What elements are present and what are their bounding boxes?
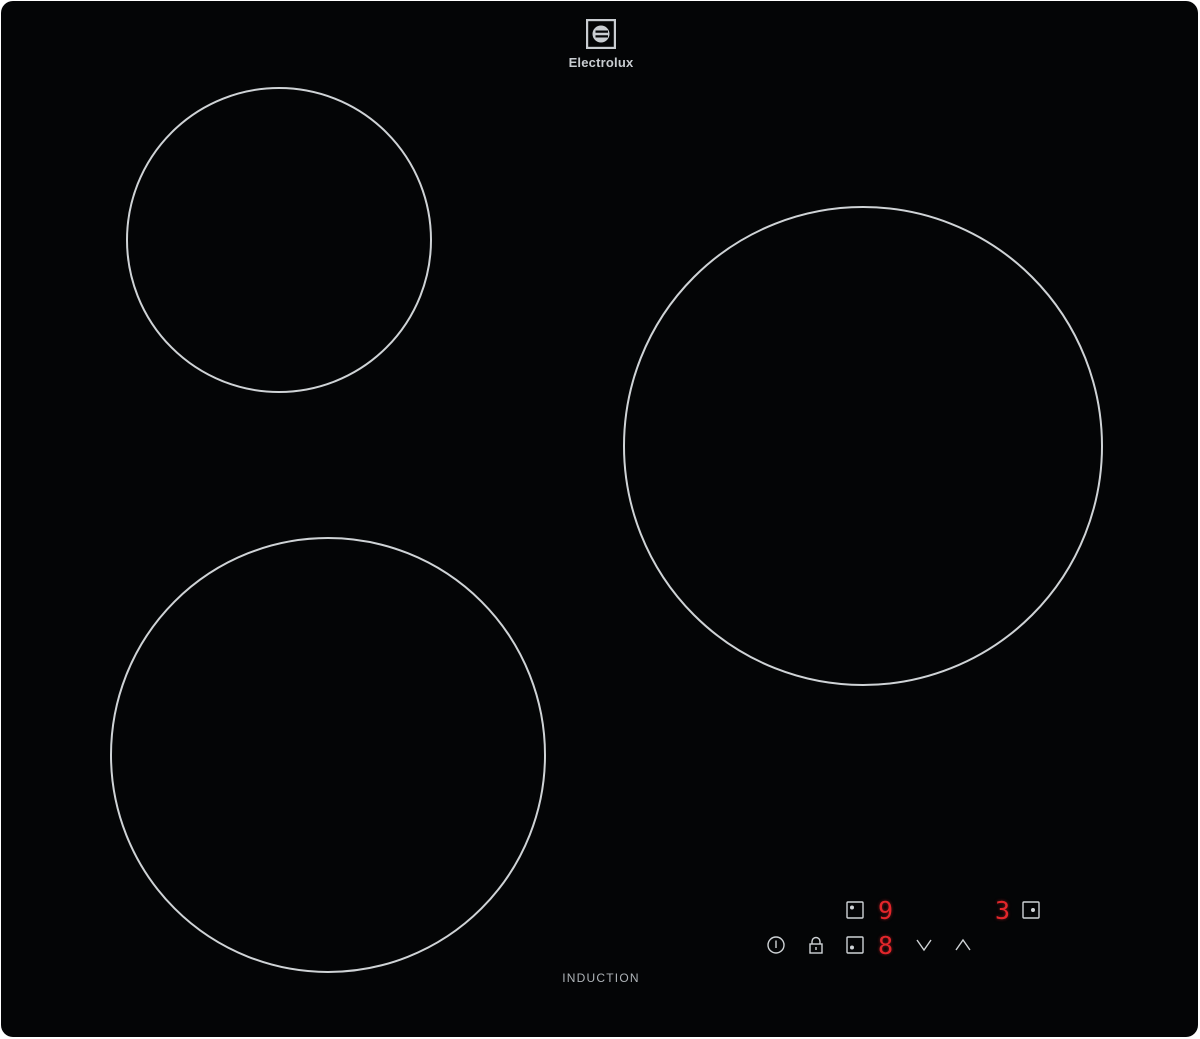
chevron-up-icon <box>955 938 971 951</box>
induction-label: INDUCTION <box>562 971 640 985</box>
power-level-right: 3 <box>995 896 1011 925</box>
zone-right-icon <box>1022 901 1040 919</box>
chevron-down-icon <box>916 939 932 952</box>
zone-rear-left-icon <box>846 901 864 919</box>
lock-button[interactable] <box>807 935 825 955</box>
power-level-front-left: 8 <box>878 931 894 960</box>
electrolux-logo-icon <box>586 19 616 49</box>
zone-selector-front-left[interactable] <box>846 936 864 954</box>
cooking-zone-right <box>623 206 1103 686</box>
zone-selector-rear-left[interactable] <box>846 901 864 919</box>
brand: Electrolux <box>541 19 661 70</box>
cooking-zone-top-left <box>126 87 432 393</box>
cooking-zone-bottom-left <box>110 537 546 973</box>
power-level-rear-left: 9 <box>878 896 894 925</box>
brand-name: Electrolux <box>568 55 634 70</box>
decrease-button[interactable] <box>914 935 934 955</box>
power-icon <box>767 936 785 954</box>
lock-icon <box>809 936 823 954</box>
cooking-zones <box>110 87 1103 973</box>
power-button[interactable] <box>766 935 786 955</box>
increase-button[interactable] <box>953 935 973 955</box>
zone-front-left-icon <box>846 936 864 954</box>
induction-hob: Electrolux 9 3 8 INDUCTION <box>1 1 1198 1037</box>
zone-selector-right[interactable] <box>1022 901 1040 919</box>
